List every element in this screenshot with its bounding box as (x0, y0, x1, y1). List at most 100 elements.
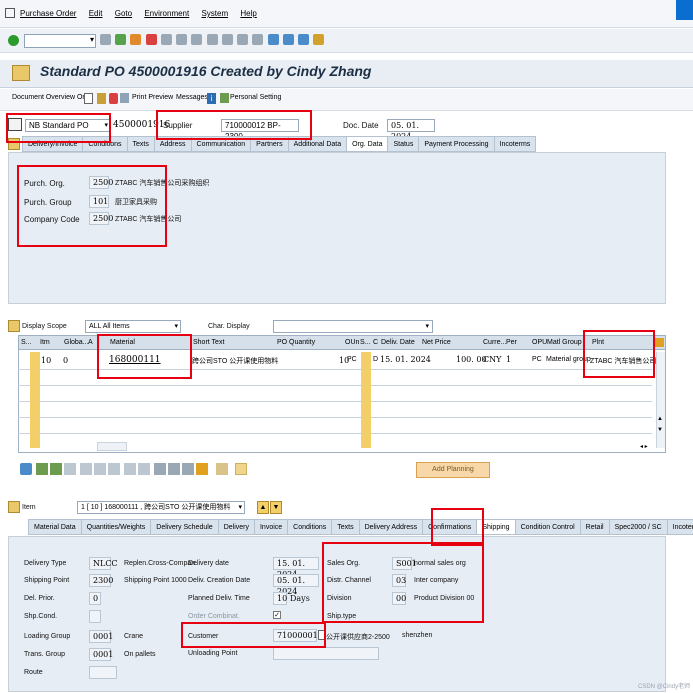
scroll-down-icon[interactable]: ▼ (657, 427, 663, 433)
menu-help[interactable]: Help (240, 0, 256, 28)
find-icon[interactable] (176, 34, 188, 45)
menu-edit[interactable]: Edit (89, 0, 103, 28)
new-session-icon[interactable] (267, 34, 279, 45)
tab-material-data[interactable]: Material Data (28, 519, 82, 535)
personal-setting-button[interactable]: Personal Setting (230, 94, 281, 101)
planned-time-field[interactable]: 10 (273, 592, 287, 605)
settings-icon[interactable] (196, 463, 208, 475)
customer-field[interactable]: 710000010 (273, 629, 323, 642)
column-config-icon[interactable] (655, 338, 664, 347)
edit-icon[interactable] (97, 93, 106, 104)
cancel-icon[interactable] (145, 34, 157, 45)
tab-confirmations[interactable]: Confirmations (422, 519, 478, 535)
tab-shipping[interactable]: Shipping (476, 519, 516, 535)
next-item-button[interactable]: ▼ (270, 501, 282, 514)
horizontal-scrollbar[interactable] (97, 442, 127, 451)
add-planning-button[interactable]: Add Planning (416, 462, 490, 478)
info-icon[interactable]: i (207, 93, 216, 104)
shortcut-icon[interactable] (282, 34, 294, 45)
tab-delivery-invoice[interactable]: Delivery/Invoice (22, 136, 84, 152)
first-page-icon[interactable] (206, 34, 218, 45)
tab-condition-control[interactable]: Condition Control (514, 519, 581, 535)
layout-icon[interactable] (313, 34, 325, 45)
find-next-icon[interactable] (191, 34, 203, 45)
tab-texts[interactable]: Texts (126, 136, 155, 152)
help-icon[interactable] (235, 463, 247, 475)
col-deliv-date[interactable]: Deliv. Date (381, 339, 415, 346)
purch-group-field[interactable]: 101 (89, 195, 109, 208)
col-short-text[interactable]: Short Text (193, 339, 224, 346)
col-oun[interactable]: OUn (345, 339, 359, 346)
col-opu[interactable]: OPU (532, 339, 547, 346)
col-c[interactable]: C (373, 339, 378, 346)
tab-item-texts[interactable]: Texts (331, 519, 360, 535)
col-net-price[interactable]: Net Price (422, 339, 451, 346)
col-plant[interactable]: Plnt (592, 339, 604, 346)
collapse-header-icon[interactable] (8, 138, 20, 150)
col-s[interactable]: S... (21, 339, 32, 346)
delivery-date-field[interactable]: 15. 01. 2024 (273, 557, 319, 579)
unloading-point-field[interactable] (273, 647, 379, 660)
print-icon[interactable] (160, 34, 172, 45)
route-field[interactable] (89, 666, 117, 679)
col-currency[interactable]: Curre... (483, 339, 506, 346)
exit-icon[interactable] (130, 34, 142, 45)
paste-item-icon[interactable] (50, 463, 62, 475)
details-icon[interactable] (20, 463, 32, 475)
sales-org-field[interactable]: S001 (392, 557, 417, 570)
char-display-select[interactable]: ▾ (273, 320, 433, 333)
trans-group-field[interactable]: 0001 (89, 648, 113, 661)
scroll-up-icon[interactable]: ▲ (657, 416, 663, 422)
tab-delivery-schedule[interactable]: Delivery Schedule (150, 519, 219, 535)
doc-date-field[interactable]: 05. 01. 2024 (387, 119, 435, 141)
delivery-type-field[interactable]: NLCC (89, 557, 118, 570)
menu-purchase-order[interactable]: Purchase Order (20, 0, 76, 28)
tab-delivery-address[interactable]: Delivery Address (358, 519, 424, 535)
prev-item-button[interactable]: ▲ (257, 501, 269, 514)
tab-status[interactable]: Status (387, 136, 420, 152)
tab-spec2000[interactable]: Spec2000 / SC (608, 519, 668, 535)
window-icon[interactable] (5, 8, 15, 18)
company-code-field[interactable]: 2500 (89, 212, 113, 225)
select-all-icon[interactable] (124, 463, 136, 475)
menu-goto[interactable]: Goto (115, 0, 132, 28)
new-document-icon[interactable] (84, 93, 93, 104)
prev-page-icon[interactable] (221, 34, 233, 45)
col-s2[interactable]: S... (360, 339, 371, 346)
scroll-left-right-icon[interactable]: ◂ ▸ (640, 443, 648, 450)
po-type-select[interactable]: NB Standard PO ▾ (25, 119, 111, 132)
minimize-button[interactable] (676, 0, 693, 20)
chevron-down-icon[interactable]: ▾ (90, 35, 94, 44)
unlock-icon[interactable] (108, 463, 120, 475)
delete-row-icon[interactable] (80, 463, 92, 475)
lock-icon[interactable] (94, 463, 106, 475)
col-material[interactable]: Material (110, 339, 135, 346)
menu-environment[interactable]: Environment (144, 0, 189, 28)
menu-system[interactable]: System (201, 0, 228, 28)
tab-delivery[interactable]: Delivery (217, 519, 255, 535)
tab-communication[interactable]: Communication (190, 136, 252, 152)
tab-payment-processing[interactable]: Payment Processing (418, 136, 495, 152)
filter-icon[interactable] (182, 463, 194, 475)
col-matl-group[interactable]: Matl Group (547, 339, 582, 346)
messages-button[interactable]: Messages (176, 94, 208, 101)
document-overview-button[interactable]: Document Overview On (12, 94, 86, 101)
services-icon[interactable] (216, 463, 228, 475)
tab-invoice[interactable]: Invoice (253, 519, 289, 535)
tab-partners[interactable]: Partners (250, 136, 289, 152)
save-icon[interactable] (100, 34, 111, 45)
tab-org-data[interactable]: Org. Data (346, 136, 389, 152)
del-prior-field[interactable]: 0 (89, 592, 101, 605)
other-po-icon[interactable] (109, 93, 118, 104)
col-global[interactable]: Globa... (64, 339, 89, 346)
tab-conditions[interactable]: Conditions (82, 136, 128, 152)
print-preview-button[interactable]: Print Preview (132, 94, 173, 101)
col-po-quantity[interactable]: PO Quantity (277, 339, 315, 346)
deselect-all-icon[interactable] (138, 463, 150, 475)
loading-group-field[interactable]: 0001 (89, 630, 113, 643)
help-icon[interactable] (298, 34, 310, 45)
tab-incoterms[interactable]: Incoterms (493, 136, 537, 152)
display-scope-select[interactable]: ALL All Items ▾ (85, 320, 181, 333)
tab-quantities-weights[interactable]: Quantities/Weights (80, 519, 152, 535)
back-icon[interactable] (115, 34, 127, 45)
